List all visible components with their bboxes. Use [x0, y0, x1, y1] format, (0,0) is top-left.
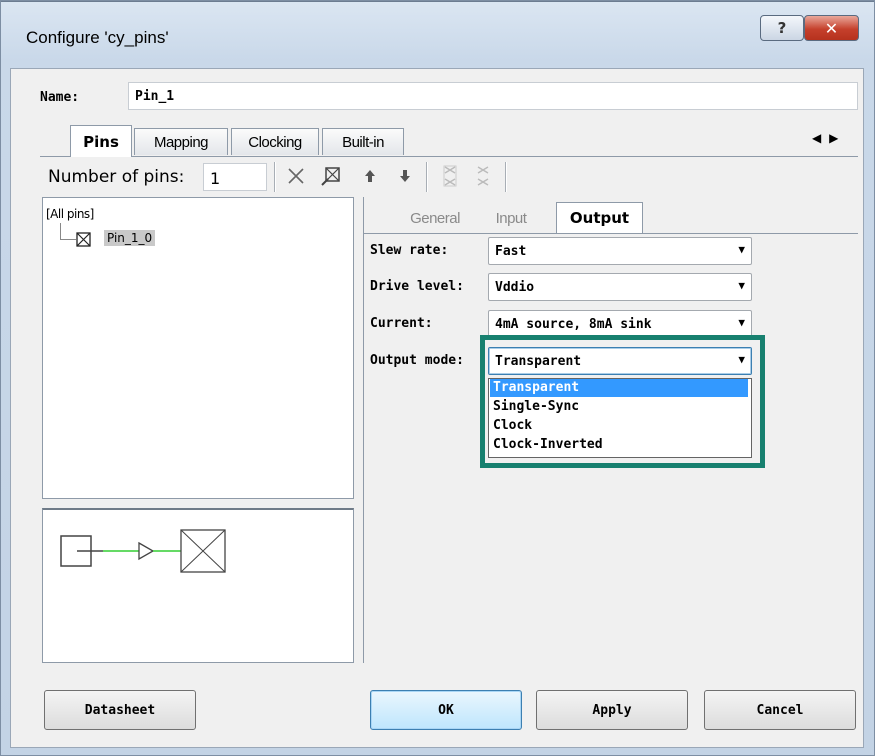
apply-button[interactable]: Apply [536, 690, 688, 730]
subtab-strip-divider [363, 233, 858, 234]
close-button[interactable]: ✕ [804, 15, 859, 41]
drive-level-select[interactable]: Vddio ▼ [488, 273, 752, 301]
tree-pin-item[interactable]: Pin_1_0 [104, 230, 156, 246]
scroll-left-icon[interactable]: ◀ [812, 131, 821, 145]
drive-level-value: Vddio [495, 280, 535, 295]
ok-button[interactable]: OK [370, 690, 522, 730]
output-mode-label: Output mode: [370, 353, 464, 368]
pin-icon [76, 232, 91, 247]
tab-pins[interactable]: Pins [70, 125, 132, 157]
pin-select-icon[interactable] [318, 162, 344, 190]
pin-schematic [60, 529, 226, 573]
tab-clocking[interactable]: Clocking [231, 128, 319, 155]
tab-strip-divider [40, 156, 858, 157]
toolbar-separator [274, 162, 276, 192]
current-select[interactable]: 4mA source, 8mA sink ▼ [488, 310, 752, 338]
current-value: 4mA source, 8mA sink [495, 317, 652, 332]
move-down-icon[interactable] [392, 162, 418, 190]
chevron-down-icon: ▼ [738, 279, 745, 292]
tab-mapping[interactable]: Mapping [134, 128, 228, 155]
close-icon: ✕ [824, 18, 839, 38]
datasheet-button[interactable]: Datasheet [44, 690, 196, 730]
merge-icon[interactable] [437, 162, 463, 190]
name-label: Name: [40, 90, 80, 105]
number-of-pins-input[interactable]: 1 [203, 163, 267, 191]
subtab-general[interactable]: General [395, 203, 475, 233]
tab-scroll-buttons: ◀ ▶ [812, 131, 852, 145]
window-title: Configure 'cy_pins' [26, 28, 169, 47]
toolbar-separator [505, 162, 507, 192]
highlight-annotation-box [480, 335, 765, 468]
chevron-down-icon: ▼ [738, 316, 745, 329]
toolbar-separator [426, 162, 428, 192]
move-up-icon[interactable] [357, 162, 383, 190]
tree-root-item[interactable]: [All pins] [46, 207, 94, 221]
number-of-pins-label: Number of pins: [48, 167, 185, 187]
schematic-preview-panel [42, 508, 354, 663]
slew-rate-label: Slew rate: [370, 243, 449, 258]
slew-rate-value: Fast [495, 244, 527, 259]
current-label: Current: [370, 316, 433, 331]
chevron-down-icon: ▼ [738, 243, 745, 256]
tree-connector [60, 239, 76, 240]
subtab-output[interactable]: Output [556, 202, 643, 233]
help-button[interactable]: ? [760, 15, 804, 41]
scroll-right-icon[interactable]: ▶ [829, 131, 838, 145]
delete-icon[interactable] [283, 162, 309, 190]
drive-level-label: Drive level: [370, 279, 464, 294]
name-input[interactable]: Pin_1 [128, 82, 858, 110]
tree-connector [60, 223, 61, 239]
help-icon: ? [777, 19, 787, 37]
cancel-button[interactable]: Cancel [704, 690, 856, 730]
split-icon[interactable] [470, 162, 496, 190]
slew-rate-select[interactable]: Fast ▼ [488, 237, 752, 265]
tab-built-in[interactable]: Built-in [322, 128, 404, 155]
subtab-input[interactable]: Input [478, 203, 544, 233]
